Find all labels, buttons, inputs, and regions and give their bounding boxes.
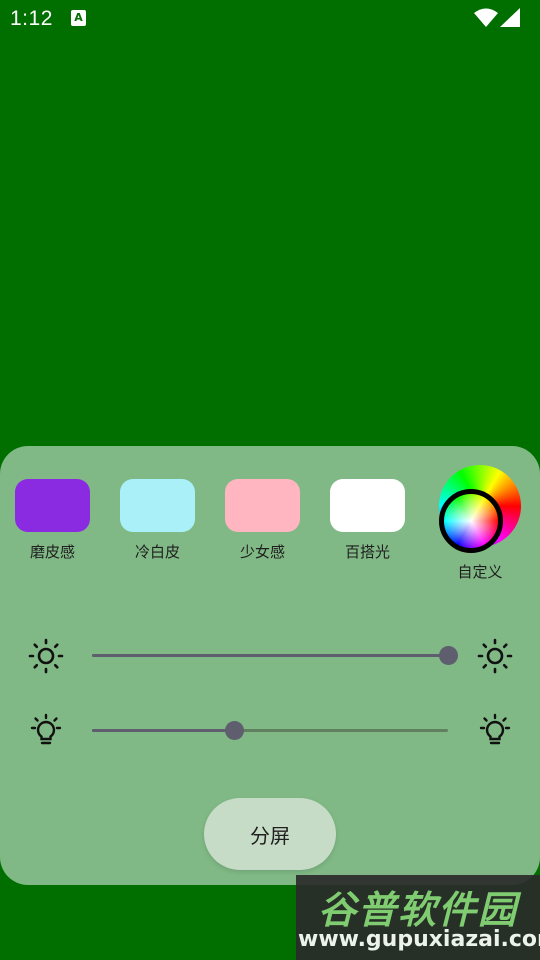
brightness-high-icon	[477, 638, 513, 674]
brightness-slider-track[interactable]	[92, 646, 458, 665]
color-picker-preview[interactable]	[439, 489, 503, 553]
preset-swatch[interactable]	[15, 479, 90, 532]
light-slider-thumb[interactable]	[225, 721, 245, 740]
light-slider-row	[0, 711, 540, 751]
notification-a-icon: A	[71, 10, 86, 26]
status-time: 1:12	[10, 7, 53, 30]
preset-label: 冷白皮	[134, 543, 180, 561]
watermark-logo: 谷普软件园	[317, 888, 518, 932]
preset-item[interactable]: 冷白皮	[120, 479, 195, 562]
preset-swatch[interactable]	[225, 479, 300, 532]
preset-item[interactable]: 百搭光	[330, 479, 405, 562]
preset-label: 磨皮感	[29, 543, 75, 561]
preset-swatch[interactable]	[330, 479, 405, 532]
preset-item[interactable]: 少女感	[225, 479, 300, 562]
watermark-url: www.gupuxiazai.com	[298, 927, 540, 952]
preset-label: 百搭光	[344, 543, 390, 561]
watermark: 谷普软件园 www.gupuxiazai.com	[296, 875, 540, 960]
brightness-slider-fill	[92, 654, 448, 657]
light-slider-track[interactable]	[92, 721, 448, 740]
wifi-icon	[474, 8, 498, 27]
preset-swatch[interactable]	[120, 479, 195, 532]
split-screen-button[interactable]: 分屏	[204, 798, 336, 870]
custom-color-label: 自定义	[457, 563, 503, 581]
status-bar: 1:12 A	[0, 0, 540, 36]
brightness-low-icon	[28, 638, 64, 674]
beauty-light-panel: 磨皮感 冷白皮 少女感 百搭光 自定义 分屏	[0, 446, 540, 885]
brightness-slider-row	[0, 636, 540, 676]
lightbulb-icon	[30, 713, 62, 745]
lightbulb-icon	[479, 713, 511, 745]
light-slider-fill	[92, 729, 235, 732]
preset-item[interactable]: 磨皮感	[15, 479, 90, 562]
preset-label: 少女感	[239, 543, 285, 561]
signal-icon	[500, 8, 520, 27]
brightness-slider-thumb[interactable]	[439, 646, 458, 665]
